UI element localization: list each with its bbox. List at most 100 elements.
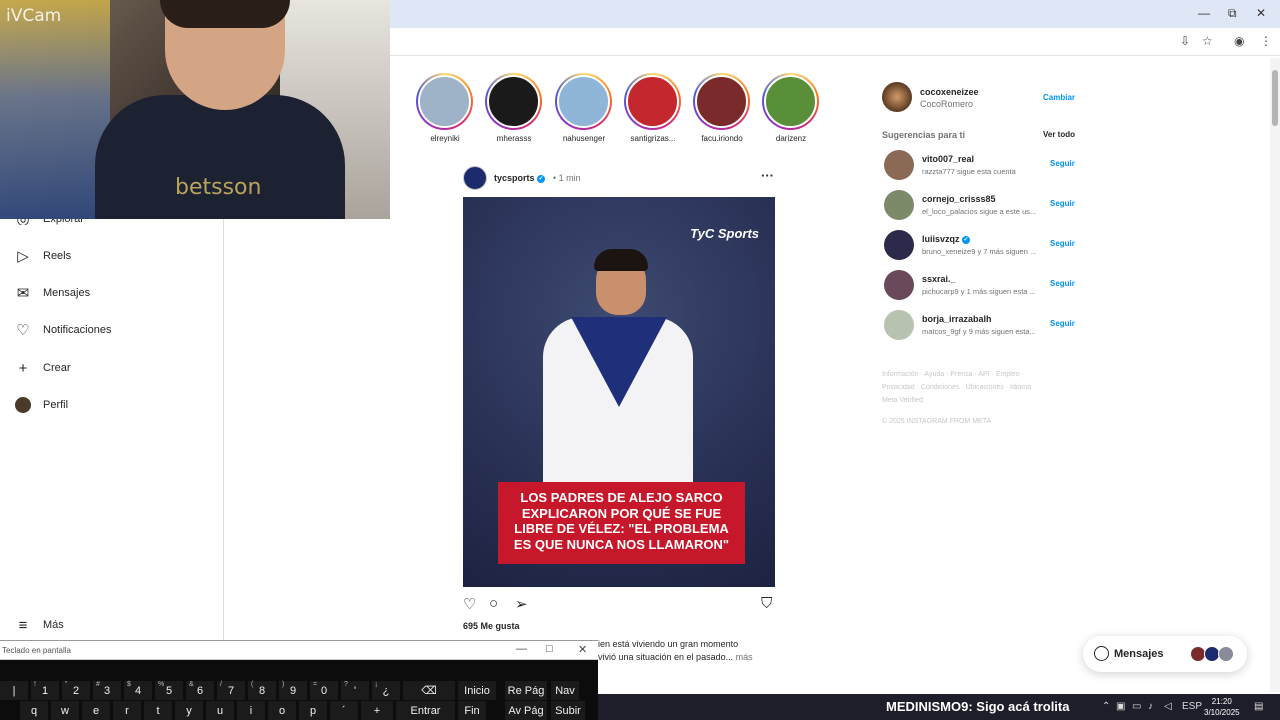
profile-icon[interactable]: ◉ <box>1234 34 1244 48</box>
reels-icon: ▷ <box>17 248 29 265</box>
close-button[interactable]: ✕ <box>1256 6 1266 20</box>
key[interactable]: ¡ ¿ <box>372 681 400 700</box>
story-item[interactable]: nahusenger <box>555 73 613 143</box>
suggestion-avatar[interactable] <box>884 230 914 260</box>
suggestion-username[interactable]: vito007_real <box>922 154 974 164</box>
message-avatar <box>1218 646 1234 662</box>
sidebar-item-reels[interactable]: ▷ Reels <box>14 244 71 268</box>
maximize-button[interactable]: ⧉ <box>1228 6 1237 21</box>
osk-minimize-button[interactable]: — <box>516 643 527 655</box>
suggestion-avatar[interactable] <box>884 310 914 340</box>
home-key[interactable]: Inicio <box>458 681 496 700</box>
suggestion-avatar[interactable] <box>884 270 914 300</box>
key[interactable]: ) 9 <box>279 681 307 700</box>
suggestion-username[interactable]: borja_irrazabalh <box>922 314 992 324</box>
network-icon[interactable]: ▭ <box>1132 701 1141 712</box>
page-up-key[interactable]: Re Pág <box>505 681 547 700</box>
tray-expand-icon[interactable]: ⌃ <box>1102 701 1110 712</box>
taskbar-clock[interactable]: 21:20 3/10/2025 <box>1204 696 1240 718</box>
sidebar-item-more[interactable]: ≡ Más <box>14 613 64 637</box>
suggestion-reason: bruno_xeneize9 y 7 más siguen ... <box>922 247 1037 256</box>
osk-close-button[interactable]: ✕ <box>578 643 587 656</box>
volume-icon[interactable]: ◁ <box>1164 701 1172 712</box>
key[interactable]: /7 <box>217 681 245 700</box>
sidebar-item-notifications[interactable]: ♡ Notificaciones <box>14 318 111 342</box>
key[interactable]: (8 <box>248 681 276 700</box>
key[interactable]: % 5 <box>155 681 183 700</box>
story-item[interactable]: darizenz <box>762 73 820 143</box>
key[interactable]: " 2 <box>62 681 90 700</box>
suggestion-username[interactable]: cornejo_crisss85 <box>922 194 996 204</box>
key[interactable]: ? ' <box>341 681 369 700</box>
enter-key[interactable]: Entrar <box>396 701 455 720</box>
star-icon[interactable]: ☆ <box>1202 34 1213 48</box>
share-icon[interactable]: ➢ <box>515 595 528 613</box>
suggestion-avatar[interactable] <box>884 150 914 180</box>
key[interactable]: q <box>20 701 48 720</box>
key[interactable]: t <box>144 701 172 720</box>
see-all-link[interactable]: Ver todo <box>1043 130 1075 139</box>
tray-app-icon[interactable]: ▣ <box>1116 701 1125 712</box>
story-username: mherasss <box>496 134 532 143</box>
key[interactable]: e <box>82 701 110 720</box>
key[interactable]: p <box>299 701 327 720</box>
current-user-avatar[interactable] <box>882 82 912 112</box>
key[interactable]: o <box>268 701 296 720</box>
suggestion-avatar[interactable] <box>884 190 914 220</box>
up-key[interactable]: Subir <box>551 701 585 720</box>
key[interactable]: i <box>237 701 265 720</box>
end-key[interactable]: Fin <box>458 701 486 720</box>
nav-key[interactable]: Nav <box>551 681 579 700</box>
footer-links[interactable]: Información · Ayuda · Prensa · API · Emp… <box>882 368 1052 407</box>
follow-button[interactable]: Seguir <box>1050 199 1075 208</box>
scrollbar-thumb[interactable] <box>1272 70 1278 126</box>
comment-icon[interactable]: ○ <box>489 595 498 612</box>
notifications-icon[interactable]: ▤ <box>1254 701 1263 712</box>
like-count[interactable]: 695 Me gusta <box>463 621 520 631</box>
page-scrollbar[interactable] <box>1270 58 1280 692</box>
language-indicator[interactable]: ESP <box>1182 701 1202 712</box>
sidebar-item-create[interactable]: + Crear <box>14 356 71 380</box>
suggestion-username[interactable]: ssxrai._ <box>922 274 956 284</box>
microphone-icon[interactable]: ♪ <box>1148 701 1153 712</box>
save-icon[interactable]: ⛉ <box>761 595 772 612</box>
key[interactable]: w <box>51 701 79 720</box>
key[interactable]: r <box>113 701 141 720</box>
story-item[interactable]: mherasss <box>485 73 543 143</box>
follow-button[interactable]: Seguir <box>1050 319 1075 328</box>
backspace-key[interactable]: ⌫ <box>403 681 455 700</box>
key[interactable]: = 0 <box>310 681 338 700</box>
switch-account-link[interactable]: Cambiar <box>1043 93 1075 102</box>
messages-pill[interactable]: Mensajes <box>1083 636 1247 672</box>
post-author-username[interactable]: tycsports ✓ <box>494 173 546 183</box>
story-item[interactable]: santigrizas... <box>624 73 682 143</box>
key[interactable]: & 6 <box>186 681 214 700</box>
key[interactable]: + <box>361 701 393 720</box>
suggestion-username[interactable]: luiisvzqz ✓ <box>922 234 971 244</box>
key[interactable]: u <box>206 701 234 720</box>
sidebar-item-messages[interactable]: ✉ Mensajes <box>14 281 90 305</box>
like-icon[interactable]: ♡ <box>463 595 476 613</box>
post-image[interactable]: TyC Sports LOS PADRES DE ALEJO SARCO EXP… <box>463 197 775 587</box>
minimize-button[interactable]: — <box>1198 6 1210 20</box>
key[interactable]: #3 <box>93 681 121 700</box>
more-options-icon[interactable]: ··· <box>761 168 774 183</box>
key[interactable]: y <box>175 701 203 720</box>
story-item[interactable]: facu.iriondo <box>693 73 751 143</box>
page-down-key[interactable]: Av Pág <box>505 701 547 720</box>
install-icon[interactable]: ⇩ <box>1180 34 1190 48</box>
key[interactable]: ! 1 <box>31 681 59 700</box>
story-item[interactable]: elreyniki <box>416 73 474 143</box>
follow-button[interactable]: Seguir <box>1050 239 1075 248</box>
menu-icon[interactable]: ⋮ <box>1260 34 1272 48</box>
more-link[interactable]: más <box>736 652 753 662</box>
osk-maximize-button[interactable]: □ <box>546 643 553 655</box>
key[interactable]: ´ <box>330 701 358 720</box>
follow-button[interactable]: Seguir <box>1050 279 1075 288</box>
current-username[interactable]: cocoxeneizee <box>920 87 979 97</box>
post-author-avatar[interactable] <box>463 166 487 190</box>
sidebar-item-profile[interactable]: Perfil <box>14 393 68 417</box>
follow-button[interactable]: Seguir <box>1050 159 1075 168</box>
key[interactable]: | <box>0 681 28 700</box>
key[interactable]: $4 <box>124 681 152 700</box>
